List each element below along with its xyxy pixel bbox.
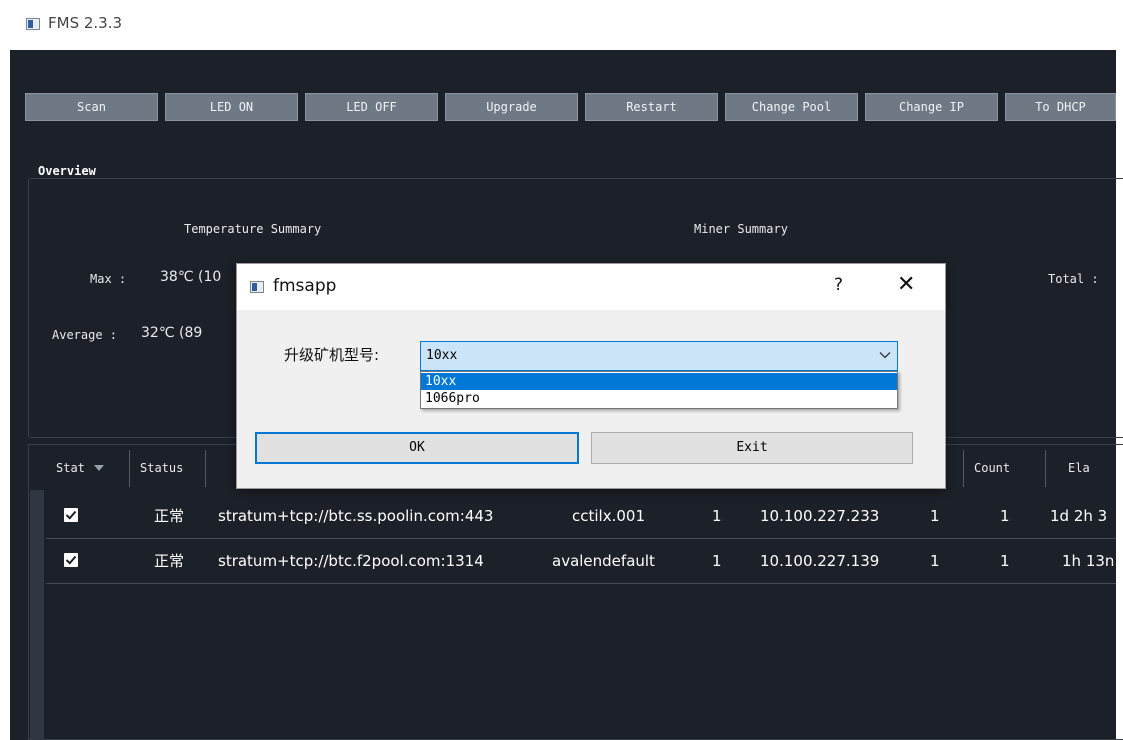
cell-col4: 1 xyxy=(712,552,722,570)
column-header-status[interactable]: Status xyxy=(130,450,206,487)
max-temp-value: 38℃ (10 xyxy=(160,269,222,285)
total-label: Total : xyxy=(1048,272,1099,286)
cell-count: 1 xyxy=(1000,552,1010,570)
cell-ip: 10.100.227.139 xyxy=(760,552,880,570)
average-temp-label: Average : xyxy=(52,328,118,342)
cell-count: 1 xyxy=(1000,507,1010,525)
sort-down-icon xyxy=(94,465,105,471)
model-option-10xx[interactable]: 10xx xyxy=(421,373,897,390)
left-edge xyxy=(0,50,10,740)
app-title-bar: FMS 2.3.3 xyxy=(0,0,1123,50)
change-pool-button[interactable]: Change Pool xyxy=(725,93,858,121)
model-option-1066pro[interactable]: 1066pro xyxy=(421,390,897,407)
cell-pool: stratum+tcp://btc.f2pool.com:1314 xyxy=(218,552,484,570)
table-row[interactable]: 正常 stratum+tcp://btc.f2pool.com:1314 ava… xyxy=(46,539,1116,584)
cell-ip: 10.100.227.233 xyxy=(760,507,880,525)
chevron-down-icon xyxy=(879,352,891,359)
to-dhcp-button[interactable]: To DHCP xyxy=(1005,93,1116,121)
dialog-window-icon xyxy=(250,281,264,293)
scan-button[interactable]: Scan xyxy=(25,93,158,121)
help-button[interactable]: ? xyxy=(834,275,843,295)
model-select[interactable]: 10xx xyxy=(420,341,898,371)
led-off-button[interactable]: LED OFF xyxy=(305,93,438,121)
average-temp-value: 32℃ (89 xyxy=(141,325,203,341)
cell-col6: 1 xyxy=(930,507,940,525)
max-temp-label: Max : xyxy=(90,272,127,286)
exit-button[interactable]: Exit xyxy=(591,432,913,464)
model-dropdown-list: 10xx 1066pro xyxy=(420,371,898,409)
cell-worker: cctilx.001 xyxy=(572,507,645,525)
checkmark-icon xyxy=(65,510,77,520)
change-ip-button[interactable]: Change IP xyxy=(865,93,998,121)
cell-col4: 1 xyxy=(712,507,722,525)
temperature-summary-label: Temperature Summary xyxy=(184,222,322,236)
checkmark-icon xyxy=(65,555,77,565)
cell-elapsed: 1h 13n xyxy=(1062,552,1115,570)
row-checkbox[interactable] xyxy=(64,508,78,522)
upgrade-model-dialog: fmsapp ? ✕ 升级矿机型号: 10xx 10xx 1066pro OK … xyxy=(236,263,946,489)
restart-button[interactable]: Restart xyxy=(585,93,718,121)
close-button[interactable]: ✕ xyxy=(897,272,915,297)
column-header-count[interactable]: Count xyxy=(964,450,1046,487)
ok-button[interactable]: OK xyxy=(255,432,579,464)
row-checkbox[interactable] xyxy=(64,553,78,567)
column-header-elapsed[interactable]: Ela xyxy=(1046,450,1116,487)
miner-summary-label: Miner Summary xyxy=(694,222,788,236)
model-select-value: 10xx xyxy=(426,348,458,363)
dialog-title: fmsapp xyxy=(273,276,337,296)
column-header-stat[interactable]: Stat xyxy=(46,450,130,487)
overview-title: Overview xyxy=(38,164,102,178)
upgrade-button[interactable]: Upgrade xyxy=(445,93,578,121)
cell-worker: avalendefault xyxy=(552,552,655,570)
cell-col6: 1 xyxy=(930,552,940,570)
app-window-icon xyxy=(26,18,40,30)
cell-elapsed: 1d 2h 3 xyxy=(1050,507,1108,525)
cell-status: 正常 xyxy=(154,507,185,525)
dialog-title-bar: fmsapp ? ✕ xyxy=(237,264,945,310)
led-on-button[interactable]: LED ON xyxy=(165,93,298,121)
table-row-header-strip xyxy=(30,490,44,740)
model-label: 升级矿机型号: xyxy=(284,346,380,364)
app-title: FMS 2.3.3 xyxy=(48,14,123,32)
cell-pool: stratum+tcp://btc.ss.poolin.com:443 xyxy=(218,507,494,525)
cell-status: 正常 xyxy=(154,552,185,570)
table-row[interactable]: 正常 stratum+tcp://btc.ss.poolin.com:443 c… xyxy=(46,494,1116,539)
